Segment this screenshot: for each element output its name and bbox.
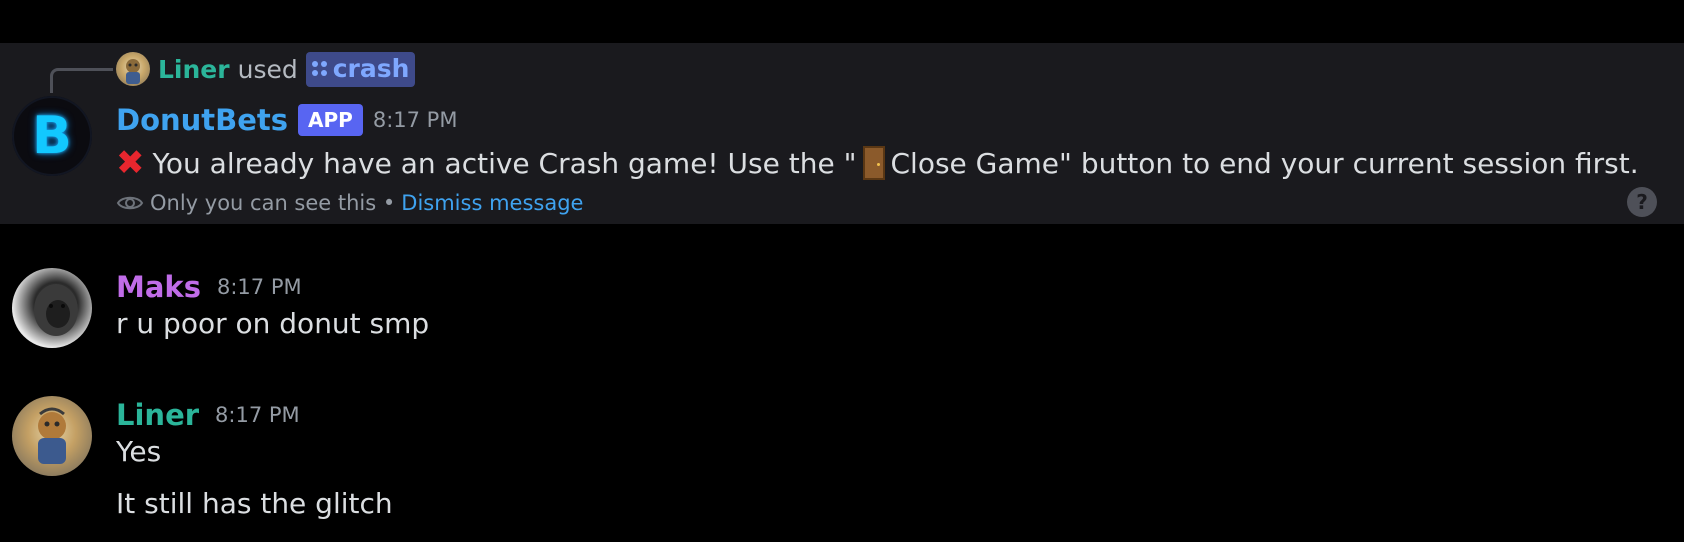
message-text-part1: You already have an active Crash game! U… — [152, 146, 857, 180]
username[interactable]: Liner — [116, 398, 199, 432]
eye-icon — [116, 196, 144, 210]
ephemeral-message: Liner used crash B DonutBets APP 8:17 PM… — [0, 43, 1684, 224]
reply-spine — [50, 68, 113, 93]
bot-avatar-logo: B — [32, 106, 72, 166]
help-icon[interactable]: ? — [1627, 187, 1657, 217]
previous-message-fragment — [112, 0, 122, 2]
bot-avatar[interactable]: B — [12, 96, 92, 176]
message-text-part2: Close Game" button to end your current s… — [890, 146, 1639, 180]
reply-avatar[interactable] — [116, 52, 150, 86]
reply-context[interactable]: Liner used crash — [116, 51, 416, 87]
message-header: Maks 8:17 PM — [116, 268, 302, 306]
app-badge: APP — [298, 104, 363, 136]
message-content: ✖ You already have an active Crash game!… — [116, 142, 1639, 184]
cross-mark-icon: ✖ — [116, 143, 145, 183]
avatar[interactable] — [12, 396, 92, 476]
slash-command-icon — [311, 60, 328, 77]
message-text: r u poor on donut smp — [116, 307, 430, 340]
bot-username[interactable]: DonutBets — [116, 103, 288, 137]
message-text: Yes — [116, 435, 162, 468]
ephemeral-footer: Only you can see this • Dismiss message — [116, 188, 583, 218]
avatar[interactable] — [12, 268, 92, 348]
username[interactable]: Maks — [116, 270, 201, 304]
message-timestamp[interactable]: 8:17 PM — [373, 108, 458, 132]
command-mention[interactable]: crash — [305, 51, 416, 87]
message-liner: Liner 8:17 PM Yes It still has the glitc… — [0, 396, 1684, 536]
reply-used-text: used — [237, 54, 298, 84]
command-name: crash — [332, 54, 410, 83]
dismiss-message-link[interactable]: Dismiss message — [401, 191, 583, 215]
message-text: It still has the glitch — [116, 487, 393, 520]
message-header: DonutBets APP 8:17 PM — [116, 101, 457, 139]
message-maks: Maks 8:17 PM r u poor on donut smp — [0, 268, 1684, 358]
door-icon — [862, 146, 885, 180]
message-header: Liner 8:17 PM — [116, 396, 300, 434]
ephemeral-notice: Only you can see this • — [150, 191, 396, 215]
reply-username[interactable]: Liner — [158, 55, 230, 84]
message-timestamp[interactable]: 8:17 PM — [215, 403, 300, 427]
message-timestamp[interactable]: 8:17 PM — [217, 275, 302, 299]
